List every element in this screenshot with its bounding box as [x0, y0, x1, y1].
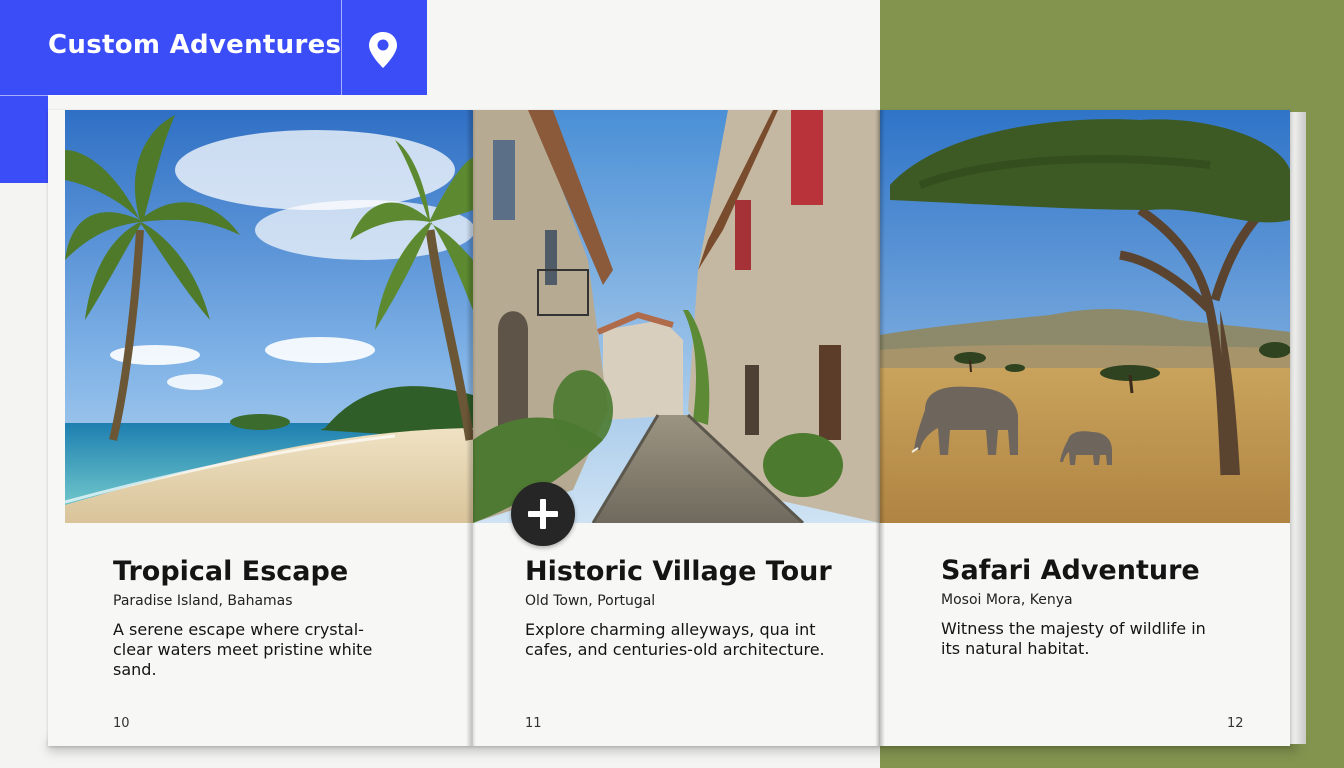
page-location: Old Town, Portugal [525, 593, 656, 609]
page-location: Mosoi Mora, Kenya [941, 592, 1073, 608]
page-title: Historic Village Tour [525, 556, 832, 587]
page-location: Paradise Island, Bahamas [113, 593, 293, 609]
page-title: Safari Adventure [941, 555, 1200, 586]
page-number: 10 [113, 716, 130, 731]
page-historic-village: Historic Village Tour Old Town, Portugal… [473, 110, 880, 746]
page-description: A serene escape where crystal-clear wate… [113, 620, 373, 679]
village-street-photo [473, 110, 880, 523]
safari-savanna-photo [880, 110, 1290, 523]
page-number: 12 [1227, 716, 1244, 731]
plus-icon [528, 499, 558, 529]
brand-accent-strip [0, 95, 48, 183]
page-tropical-escape: Tropical Escape Paradise Island, Bahamas… [48, 110, 473, 746]
brand-divider-line [0, 95, 341, 96]
brand-title: Custom Adventures [48, 30, 342, 60]
tropical-beach-photo [65, 110, 473, 523]
page-safari-adventure: Safari Adventure Mosoi Mora, Kenya Witne… [880, 110, 1290, 746]
map-pin-icon[interactable] [365, 30, 401, 70]
add-adventure-button[interactable] [511, 482, 575, 546]
book-page-edges [1288, 112, 1306, 744]
page-description: Explore charming alleyways, qua int cafe… [525, 620, 825, 659]
page-number: 11 [525, 716, 542, 731]
page-title: Tropical Escape [113, 556, 349, 587]
page-description: Witness the majesty of wildlife in its n… [941, 619, 1206, 658]
